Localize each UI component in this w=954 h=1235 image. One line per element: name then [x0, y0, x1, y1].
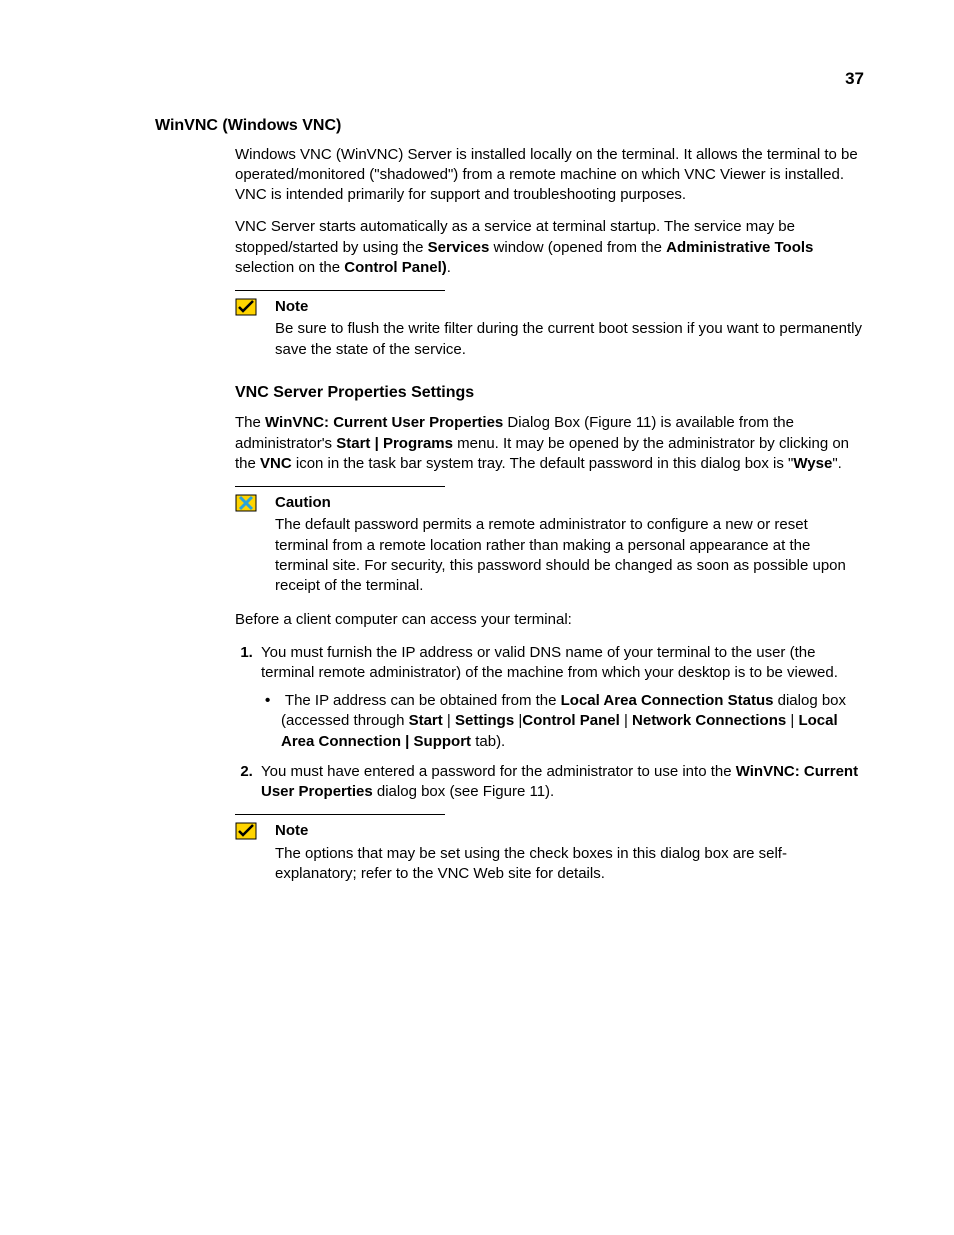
note-body: The options that may be set using the ch…	[275, 844, 864, 885]
bold-text: VNC	[260, 455, 292, 472]
text: The IP address can be obtained from the	[285, 692, 561, 709]
note-callout: Note The options that may be set using t…	[235, 814, 864, 884]
section-heading-winvnc: WinVNC (Windows VNC)	[155, 115, 864, 137]
bold-text: Start | Programs	[336, 435, 453, 452]
bold-text: Administrative Tools	[666, 239, 813, 256]
bold-text: Network Connections	[632, 712, 786, 729]
text: |	[620, 712, 632, 729]
caution-body: The default password permits a remote ad…	[275, 515, 864, 596]
text: |	[786, 712, 798, 729]
bold-text: Settings	[455, 712, 514, 729]
numbered-list: You must furnish the IP address or valid…	[235, 643, 864, 803]
note-callout: Note Be sure to flush the write filter d…	[235, 290, 864, 360]
list-item: You must have entered a password for the…	[257, 762, 864, 803]
caution-callout: Caution The default password permits a r…	[235, 486, 864, 596]
check-icon	[235, 822, 257, 840]
text: dialog box (see Figure 11).	[373, 783, 555, 800]
paragraph: Windows VNC (WinVNC) Server is installed…	[235, 145, 864, 206]
page-number: 37	[155, 68, 864, 91]
bold-text: Control Panel)	[344, 259, 447, 276]
text: tab).	[471, 733, 505, 750]
paragraph: VNC Server starts automatically as a ser…	[235, 217, 864, 278]
text: You must furnish the IP address or valid…	[261, 644, 838, 681]
text: |	[443, 712, 455, 729]
note-label: Note	[275, 297, 864, 317]
list-item: The IP address can be obtained from the …	[281, 691, 864, 752]
check-icon	[235, 298, 257, 316]
note-body: Be sure to flush the write filter during…	[275, 319, 864, 360]
bold-text: Services	[428, 239, 490, 256]
text: window (opened from the	[489, 239, 666, 256]
bold-text: WinVNC: Current User Properties	[265, 414, 503, 431]
bold-text: Wyse	[793, 455, 832, 472]
text: ".	[832, 455, 842, 472]
bold-text: Local Area Connection Status	[561, 692, 774, 709]
note-label: Note	[275, 821, 864, 841]
text: You must have entered a password for the…	[261, 763, 736, 780]
bold-text: Control Panel	[522, 712, 620, 729]
paragraph: The WinVNC: Current User Properties Dial…	[235, 413, 864, 474]
caution-label: Caution	[275, 493, 864, 513]
sub-list: The IP address can be obtained from the …	[261, 691, 864, 752]
text: .	[447, 259, 451, 276]
bold-text: Start	[409, 712, 443, 729]
section-heading-vnc-props: VNC Server Properties Settings	[235, 382, 864, 404]
list-item: You must furnish the IP address or valid…	[257, 643, 864, 752]
paragraph: Before a client computer can access your…	[235, 610, 864, 630]
text: selection on the	[235, 259, 344, 276]
cross-icon	[235, 494, 257, 512]
text: The	[235, 414, 265, 431]
text: icon in the task bar system tray. The de…	[292, 455, 794, 472]
